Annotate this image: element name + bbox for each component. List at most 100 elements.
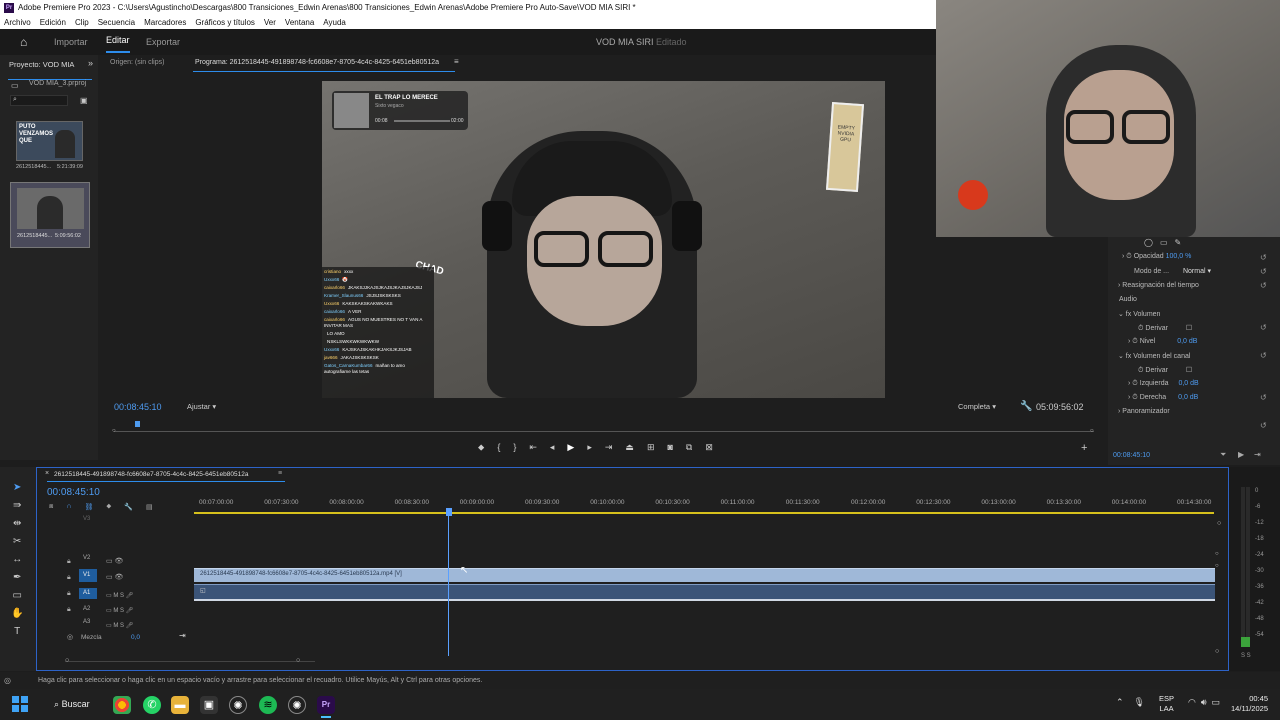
premiere-taskbar-icon[interactable]: Pr — [317, 696, 335, 714]
wifi-icon[interactable]: ◠ — [1188, 697, 1196, 708]
captions-icon[interactable]: ▤ — [146, 503, 153, 511]
quality-dropdown[interactable]: Completa ▾ — [958, 402, 996, 411]
scrub-end-handle[interactable]: ○ — [1090, 428, 1094, 434]
menu-marcadores[interactable]: Marcadores — [144, 16, 186, 29]
work-area-bar[interactable] — [194, 512, 1214, 514]
tab-importar[interactable]: Importar — [54, 29, 88, 55]
menu-ventana[interactable]: Ventana — [285, 16, 314, 29]
spotify-icon[interactable]: ≋ — [259, 696, 277, 714]
project-search-input[interactable]: ⌕ — [10, 95, 68, 106]
menu-archivo[interactable]: Archivo — [4, 16, 31, 29]
effect-controls-timecode[interactable]: 00:08:45:10 — [1113, 452, 1150, 459]
panel-close-icon[interactable]: × — [45, 470, 49, 477]
pen-mask-icon[interactable]: ✎ — [1175, 238, 1182, 247]
mark-out-icon[interactable]: } — [513, 442, 516, 453]
bypass-checkbox-2[interactable]: ☐ — [1186, 367, 1192, 374]
opacity-value[interactable]: 100,0 % — [1166, 253, 1192, 260]
pen-tool-icon[interactable]: ✒ — [11, 569, 23, 587]
timeline-settings-icon[interactable]: 🔧 — [124, 503, 133, 511]
program-monitor-tab[interactable]: Programa: 2612518445-491898748-fc6608e7-… — [195, 59, 439, 66]
openai-app-icon[interactable]: ✺ — [288, 696, 306, 714]
track-toggle-icons[interactable]: ▭ 👁︎ ▭ 👁︎ — [106, 554, 123, 586]
program-timecode[interactable]: 00:08:45:10 — [114, 402, 162, 412]
scrub-playhead[interactable] — [135, 421, 140, 427]
tab-exportar[interactable]: Exportar — [146, 29, 180, 55]
track-select-tool-icon[interactable]: ⇛ — [11, 497, 23, 515]
filter-icon[interactable]: ⏷ — [1220, 450, 1226, 460]
tab-editar[interactable]: Editar — [106, 29, 130, 53]
ripple-edit-tool-icon[interactable]: ⇹ — [11, 515, 23, 533]
play-icon[interactable]: ▶ — [567, 442, 574, 453]
reset-icons[interactable]: ↺ ↺ ↺ ↺ ↺ ↺ ↺ — [1260, 251, 1267, 433]
whatsapp-icon[interactable]: ✆ — [143, 696, 161, 714]
project-item-thumbnail-1[interactable]: PUTO VENZAMOS QUE — [16, 121, 83, 161]
toggle-audio-icon[interactable]: ⇥ — [1254, 450, 1261, 459]
battery-icon[interactable]: ▭ — [1212, 697, 1221, 708]
scrub-start-handle[interactable]: ○ — [112, 428, 116, 434]
taskbar-search[interactable]: ⌕ Buscar — [48, 694, 108, 715]
rectangle-tool-icon[interactable]: ▭ — [11, 587, 23, 605]
razor-tool-icon[interactable]: ✂ — [11, 533, 23, 551]
vertical-scroll-bottom[interactable]: ○ — [1215, 648, 1219, 655]
bypass-checkbox[interactable]: ☐ — [1186, 325, 1192, 332]
rect-mask-icon[interactable]: ▭ — [1160, 238, 1168, 247]
menu-ayuda[interactable]: Ayuda — [323, 16, 346, 29]
ellipse-mask-icon[interactable]: ◯ — [1144, 238, 1153, 247]
microphone-icon[interactable]: 🎙︎ — [1134, 697, 1145, 708]
home-icon[interactable]: ⌂ — [20, 29, 27, 55]
menu-secuencia[interactable]: Secuencia — [98, 16, 135, 29]
project-item-card-2[interactable]: 2612518445... 5:09:56:02 — [10, 182, 90, 248]
timeline-timecode[interactable]: 00:08:45:10 — [47, 487, 100, 498]
audio-clip-a1[interactable]: ◱ — [194, 584, 1215, 601]
level-value[interactable]: 0,0 dB — [1177, 338, 1197, 345]
menu-ver[interactable]: Ver — [264, 16, 276, 29]
go-to-in-icon[interactable]: ⇤ — [529, 442, 537, 453]
add-button-icon[interactable]: + — [1081, 442, 1087, 454]
step-back-icon[interactable]: ◂ — [550, 442, 555, 453]
left-value[interactable]: 0,0 dB — [1178, 380, 1198, 387]
export-frame-icon[interactable]: ◙ — [667, 442, 672, 453]
hand-tool-icon[interactable]: ✋ — [11, 605, 23, 623]
add-marker-icon[interactable]: ⬥ — [478, 442, 484, 453]
chatgpt-icon[interactable]: ✺ — [229, 696, 247, 714]
time-remap-row[interactable]: › Reasignación del tiempo — [1118, 282, 1199, 289]
volume-icon[interactable]: 🔊︎ — [1201, 697, 1207, 708]
volume-row[interactable]: ⌄ fx Volumen — [1118, 310, 1160, 318]
audio-track-controls[interactable]: ▭ M S 🎤︎ ▭ M S 🎤︎ ▭ M S 🎤︎ — [106, 589, 133, 634]
panel-expand-icon[interactable]: » — [88, 58, 93, 68]
timeline-playhead-line[interactable] — [448, 516, 449, 656]
meter-footer[interactable]: S S — [1241, 653, 1251, 659]
project-panel-title[interactable]: Proyecto: VOD MIA — [9, 60, 74, 69]
language-indicator[interactable]: ESP LAA — [1159, 694, 1174, 714]
ruler-end-handle[interactable]: ○ — [1217, 520, 1221, 527]
wrench-icon[interactable]: 🔧 — [1020, 401, 1032, 412]
timeline-playhead-head[interactable] — [446, 508, 452, 516]
menu-graficos[interactable]: Gráficos y títulos — [195, 16, 255, 29]
snap-icon[interactable]: ∩ — [66, 503, 71, 511]
horizontal-zoom-bar[interactable] — [65, 661, 315, 662]
windows-start-icon[interactable] — [12, 696, 28, 712]
lift-icon[interactable]: ⏏ — [625, 442, 634, 453]
time-ruler[interactable]: 00:07:00:00 00:07:30:00 00:08:00:00 00:08:3… — [194, 468, 1219, 516]
go-to-out-icon[interactable]: ⇥ — [605, 442, 613, 453]
menu-clip[interactable]: Clip — [75, 16, 89, 29]
tray-chevron-icon[interactable]: ⌃ — [1116, 697, 1124, 708]
mix-value[interactable]: 0,0 — [131, 634, 140, 641]
panner-row[interactable]: › Panoramizador — [1118, 408, 1170, 415]
right-value[interactable]: 0,0 dB — [1178, 394, 1198, 401]
zoom-handle-left[interactable]: ○ — [65, 657, 69, 664]
new-bin-icon[interactable]: ▣ — [80, 96, 88, 105]
selection-tool-icon[interactable]: ➤ — [11, 479, 23, 497]
file-explorer-icon[interactable]: ▬ — [171, 696, 189, 714]
blend-dropdown[interactable]: Normal ▾ — [1183, 268, 1211, 275]
media-app-icon[interactable]: ▣ — [200, 696, 218, 714]
vertical-scroll-handles[interactable]: ○ ○ — [1215, 548, 1219, 572]
track-lock-icons[interactable]: 🔒︎ 🔒︎ 🔒︎ 🔒︎ — [67, 554, 71, 618]
scrub-bar[interactable] — [114, 431, 1094, 432]
source-monitor-tab[interactable]: Origen: (sin clips) — [110, 59, 164, 66]
panel-menu-icon[interactable]: ≡ — [454, 57, 459, 66]
taskbar-clock[interactable]: 00:45 14/11/2025 — [1226, 694, 1268, 714]
step-forward-icon[interactable]: ▸ — [587, 442, 592, 453]
slip-tool-icon[interactable]: ↔ — [11, 551, 23, 569]
menu-edicion[interactable]: Edición — [40, 16, 66, 29]
